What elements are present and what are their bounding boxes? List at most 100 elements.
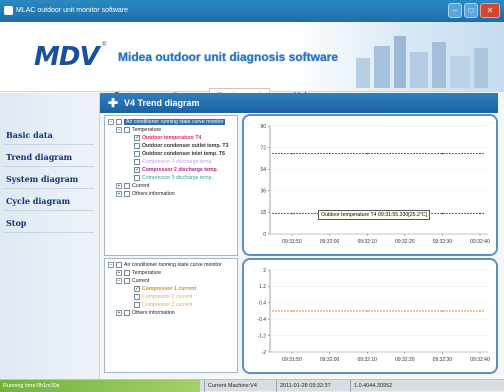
- tree-group-row[interactable]: − Current: [116, 277, 149, 285]
- data-point: [291, 212, 293, 215]
- checkbox[interactable]: [134, 159, 140, 165]
- brand-logo: MDV: [34, 42, 100, 72]
- data-point: [366, 310, 368, 312]
- maximize-icon[interactable]: □: [464, 3, 478, 18]
- checkbox[interactable]: [124, 127, 130, 133]
- checkbox-checked[interactable]: ✓: [134, 286, 140, 292]
- checkbox[interactable]: [116, 262, 122, 268]
- title-bar[interactable]: MLAC outdoor unit monitor software – □ ✕: [0, 0, 504, 22]
- x-tick-label: 09:32:10: [357, 239, 377, 245]
- sidebar-item-cycle-diagram[interactable]: Cycle diagram: [4, 191, 94, 211]
- checkbox-checked[interactable]: ✓: [134, 135, 140, 141]
- x-tick-label: 09:32:20: [395, 239, 415, 245]
- y-tick-label: 54: [260, 167, 266, 173]
- data-point: [328, 152, 331, 155]
- y-tick-label: 0.4: [259, 301, 266, 307]
- tree-panel-temperature: − Air conditioner running state curve mo…: [104, 115, 238, 256]
- tree-root-row[interactable]: − Air conditioner running state curve mo…: [108, 118, 226, 126]
- checkbox[interactable]: [124, 310, 130, 316]
- expand-icon[interactable]: +: [116, 191, 122, 197]
- collapse-icon[interactable]: −: [108, 262, 114, 268]
- checkbox[interactable]: [134, 143, 140, 149]
- collapse-icon[interactable]: −: [116, 278, 122, 284]
- trend-chart-current: 2 1.2 0.4 -0.4 -1.2 -2 09:31:50 09:32:00 09:32:1…: [242, 258, 498, 374]
- sidebar-item-trend-diagram[interactable]: Trend diagram: [4, 147, 94, 167]
- y-tick-label: -0.4: [257, 317, 266, 323]
- tree-group-label: Others information: [132, 310, 175, 316]
- y-tick-label: 2: [263, 268, 266, 274]
- tree-item-row[interactable]: Compressor 3 discharge temp.: [134, 174, 213, 182]
- tree-item-label: Compressor 3 current: [142, 302, 193, 308]
- window-controls: – □ ✕: [448, 3, 500, 18]
- tree-group-label: Current: [132, 278, 150, 284]
- checkbox[interactable]: [116, 119, 122, 125]
- y-tick-label: -2: [262, 350, 267, 356]
- trend-chart-temperature: 90 72 54 36 18 0 09:31:50 09:32:00 09:32:10 09:32…: [242, 114, 498, 256]
- close-icon[interactable]: ✕: [480, 3, 500, 18]
- checkbox[interactable]: [124, 183, 130, 189]
- checkbox[interactable]: [124, 191, 130, 197]
- checkbox[interactable]: [134, 151, 140, 157]
- window-title: MLAC outdoor unit monitor software: [16, 7, 129, 14]
- x-tick-label: 09:32:00: [320, 239, 340, 245]
- tree-group-row[interactable]: + Others information: [116, 190, 175, 198]
- tree-item-label: Compressor 2 current: [142, 294, 193, 300]
- tree-item-row[interactable]: Compressor 1 discharge temp.: [134, 158, 213, 166]
- y-tick-label: 72: [260, 145, 266, 151]
- tree-group-label: Others information: [132, 191, 175, 197]
- collapse-icon[interactable]: −: [108, 119, 114, 125]
- checkbox[interactable]: [134, 294, 140, 300]
- app-version: 1.0.4044.30952: [350, 380, 392, 392]
- tree-item-row[interactable]: ✓ Outdoor temperature T4: [134, 134, 201, 142]
- chart-tooltip: Outdoor temperature T4 09:31:55.330[25.2…: [318, 210, 431, 220]
- data-point: [479, 152, 481, 155]
- tree-root-label: Air conditioner running state curve moni…: [124, 262, 222, 268]
- x-tick-label: 09:32:40: [470, 357, 490, 363]
- data-point: [328, 310, 331, 312]
- checkbox-checked[interactable]: ✓: [134, 167, 140, 173]
- expand-icon[interactable]: +: [116, 310, 122, 316]
- checkbox[interactable]: [134, 302, 140, 308]
- tree-item-label: Outdoor temperature T4: [142, 135, 202, 141]
- tree-group-row[interactable]: + Others information: [116, 309, 175, 317]
- tree-group-label: Temperature: [132, 270, 162, 276]
- status-bar: Running time:0h1m30s Current Machine:V4 …: [0, 379, 504, 392]
- tree-item-row[interactable]: Outdoor condenser inlet temp. T6: [134, 150, 225, 158]
- sidebar-item-basic-data[interactable]: Basic data: [4, 125, 94, 145]
- expand-icon[interactable]: +: [116, 270, 122, 276]
- x-tick-label: 09:32:20: [395, 357, 415, 363]
- header-banner: MDV ® Midea outdoor unit diagnosis softw…: [0, 22, 504, 102]
- tree-item-row[interactable]: Compressor 2 current: [134, 293, 192, 301]
- page-title: V4 Trend diagram: [124, 98, 200, 108]
- data-point: [404, 310, 406, 312]
- tree-item-row[interactable]: ✓ Compressor 2 discharge temp.: [134, 166, 218, 174]
- tree-item-row[interactable]: Compressor 3 current: [134, 301, 192, 309]
- tree-item-row[interactable]: Outdoor condenser outlet temp. T3: [134, 142, 228, 150]
- data-point: [291, 152, 293, 155]
- chart-svg-current: 2 1.2 0.4 -0.4 -1.2 -2 09:31:50 09:32:00 09:32:1…: [257, 268, 490, 363]
- sidebar: Basic data Trend diagram System diagram …: [0, 93, 100, 380]
- plus-icon: ✚: [108, 96, 119, 110]
- minimize-icon[interactable]: –: [448, 3, 462, 18]
- collapse-icon[interactable]: −: [116, 127, 122, 133]
- sidebar-item-stop[interactable]: Stop: [4, 213, 94, 233]
- tree-group-label: Temperature: [132, 127, 162, 133]
- app-title: Midea outdoor unit diagnosis software: [118, 50, 339, 64]
- checkbox[interactable]: [134, 175, 140, 181]
- tree-item-label: Outdoor condenser outlet temp. T3: [142, 143, 229, 149]
- app-icon: [4, 6, 13, 15]
- tree-root-label: Air conditioner running state curve moni…: [124, 119, 226, 125]
- expand-icon[interactable]: +: [116, 183, 122, 189]
- checkbox[interactable]: [124, 270, 130, 276]
- checkbox[interactable]: [124, 278, 130, 284]
- tree-item-row[interactable]: ✓ Compressor 1 current: [134, 285, 196, 293]
- sidebar-item-system-diagram[interactable]: System diagram: [4, 169, 94, 189]
- tree-group-row[interactable]: + Current: [116, 182, 149, 190]
- tree-root-row[interactable]: − Air conditioner running state curve mo…: [108, 261, 221, 269]
- data-point: [366, 152, 368, 155]
- y-tick-label: 18: [260, 210, 266, 216]
- tree-group-row[interactable]: + Temperature: [116, 269, 161, 277]
- tree-group-row[interactable]: − Temperature: [116, 126, 161, 134]
- x-tick-label: 09:32:40: [470, 239, 490, 245]
- y-tick-label: -1.2: [257, 333, 266, 339]
